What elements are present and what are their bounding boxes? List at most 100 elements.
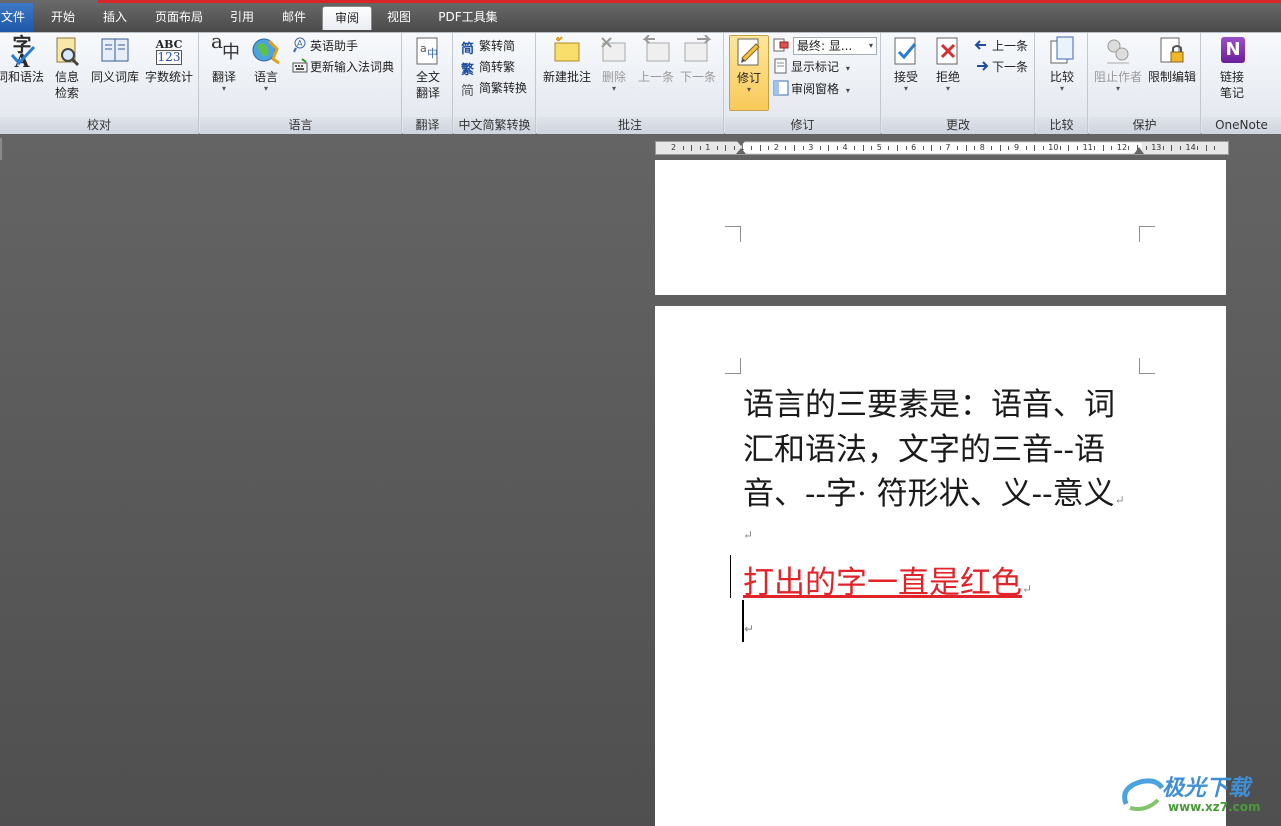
ruler-tick-label: 1 bbox=[705, 143, 711, 152]
tab-view[interactable]: 视图 bbox=[380, 6, 418, 30]
traditional-to-simplified-button[interactable]: 简繁转简 bbox=[461, 36, 515, 57]
next-change-button[interactable]: 下一条 bbox=[974, 57, 1028, 77]
word-count-button[interactable]: ABC 123 字数统计 bbox=[142, 35, 196, 85]
group-translate: a中 全文 翻译 翻译 bbox=[403, 33, 453, 134]
next-comment-button[interactable]: 下一条 bbox=[677, 34, 719, 85]
ruler-tick-mark bbox=[1094, 146, 1096, 150]
english-assistant-icon: A bbox=[292, 37, 308, 53]
previous-comment-button[interactable]: 上一条 bbox=[635, 34, 677, 85]
tab-references[interactable]: 引用 bbox=[222, 6, 262, 30]
group-label-chinese-conversion: 中文简繁转换 bbox=[454, 117, 535, 134]
paragraph-mark: ↵ bbox=[744, 622, 755, 636]
svg-text:a: a bbox=[420, 42, 427, 55]
group-tracking: 修订 ▾ 最终: 显... ▾ 显示标记 ▾ 审阅窗格 ▾ 修订 bbox=[725, 33, 881, 134]
previous-change-button[interactable]: 上一条 bbox=[974, 36, 1028, 56]
group-label-translate: 翻译 bbox=[403, 117, 452, 134]
reject-button[interactable]: 拒绝 ▾ bbox=[930, 35, 966, 93]
new-comment-button[interactable]: 新建批注 bbox=[540, 35, 594, 85]
chinese-conversion-button[interactable]: 简简繁转换 bbox=[461, 78, 527, 99]
full-text-translate-button[interactable]: a中 全文 翻译 bbox=[408, 35, 448, 101]
show-markup-button[interactable]: 显示标记 ▾ bbox=[773, 57, 850, 77]
restrict-editing-lock-icon bbox=[1157, 35, 1187, 67]
ruler-tick-label: 5 bbox=[876, 143, 882, 152]
watermark-logo: 极光下载 www.xz7.com bbox=[1118, 770, 1278, 820]
ruler-tick-mark bbox=[1205, 145, 1207, 151]
document-line[interactable]: 音、--字· 符形状、义--意义↵ bbox=[743, 468, 1125, 513]
ruler-tick-label: 2 bbox=[773, 143, 779, 152]
display-for-review-dropdown[interactable]: 最终: 显... ▾ bbox=[773, 36, 877, 56]
group-comments: 新建批注 删除 ▾ 上一条 下一条 批注 bbox=[537, 33, 724, 134]
first-line-indent-marker[interactable] bbox=[736, 140, 746, 146]
tab-pdf-tools[interactable]: PDF工具集 bbox=[432, 6, 504, 30]
ruler-tick-mark bbox=[991, 146, 993, 150]
tab-page-layout[interactable]: 页面布局 bbox=[148, 6, 210, 30]
ruler-tick-label: 8 bbox=[979, 143, 985, 152]
accept-button[interactable]: 接受 ▾ bbox=[888, 35, 924, 93]
horizontal-ruler[interactable]: 2 1 1 2 3 4 5 6 7 8 9 10 11 12 13 14 bbox=[655, 140, 1229, 155]
simplified-to-traditional-button[interactable]: 繁简转繁 bbox=[461, 57, 515, 78]
previous-comment-icon bbox=[641, 34, 671, 67]
hanging-indent-marker[interactable] bbox=[736, 148, 746, 154]
tab-home[interactable]: 开始 bbox=[44, 6, 82, 30]
update-ime-dictionary-button[interactable]: 更新输入法词典 bbox=[292, 57, 394, 77]
group-chinese-conversion: 简繁转简 繁简转繁 简简繁转换 中文简繁转换 bbox=[454, 33, 536, 134]
delete-comment-button[interactable]: 删除 ▾ bbox=[597, 35, 631, 93]
ruler-tick-mark bbox=[802, 146, 804, 150]
document-line[interactable]: 语言的三要素是：语音、词 bbox=[743, 379, 1115, 424]
language-button[interactable]: 语言 ▾ bbox=[246, 35, 286, 93]
thesaurus-button[interactable]: 同义词库 bbox=[88, 35, 142, 85]
tab-mailings[interactable]: 邮件 bbox=[274, 6, 314, 30]
group-compare: 比较 ▾ 比较 bbox=[1036, 33, 1088, 134]
linked-notes-button[interactable]: N 链接 笔记 bbox=[1210, 35, 1254, 101]
empty-paragraph[interactable]: ↵ bbox=[743, 528, 753, 542]
tab-review[interactable]: 审阅 bbox=[322, 6, 372, 30]
ruler-tick-mark bbox=[1102, 145, 1104, 151]
reject-change-icon bbox=[933, 35, 963, 67]
tab-insert[interactable]: 插入 bbox=[96, 6, 134, 30]
globe-language-icon bbox=[251, 35, 281, 67]
ruler-tick-mark bbox=[1025, 146, 1027, 150]
vertical-ruler-stub bbox=[0, 138, 2, 160]
ruler-tick-mark bbox=[939, 146, 941, 150]
previous-arrow-icon bbox=[974, 37, 990, 53]
ribbon-tab-bar: 文件 开始 插入 页面布局 引用 邮件 审阅 视图 PDF工具集 bbox=[0, 0, 1281, 32]
ruler-tick-mark bbox=[691, 145, 693, 151]
tracked-insertion-line[interactable]: 打出的字一直是红色↵ bbox=[743, 557, 1032, 602]
ruler-tick-mark bbox=[828, 145, 830, 151]
block-authors-button[interactable]: 阻止作者 ▾ bbox=[1092, 35, 1144, 93]
tab-file[interactable]: 文件 bbox=[0, 3, 33, 32]
ruler-tick-mark bbox=[716, 146, 718, 150]
page-previous[interactable] bbox=[655, 160, 1226, 295]
chevron-down-icon: ▾ bbox=[611, 84, 616, 93]
spelling-grammar-button[interactable]: 字A 词和语法 bbox=[0, 35, 46, 85]
track-changes-button[interactable]: 修订 ▾ bbox=[729, 35, 769, 111]
group-label-changes: 更改 bbox=[882, 117, 1034, 134]
research-button[interactable]: 信息 检索 bbox=[48, 35, 86, 101]
translate-icon: a 中 bbox=[211, 29, 240, 63]
ruler-tick-label: 6 bbox=[911, 143, 917, 152]
onenote-icon: N bbox=[1217, 35, 1247, 67]
ruler-tick-mark bbox=[751, 146, 753, 150]
chevron-down-icon: ▾ bbox=[945, 84, 950, 93]
translate-button[interactable]: a 中 翻译 ▾ bbox=[204, 29, 244, 93]
ruler-tick-label: 10 bbox=[1048, 143, 1059, 152]
ruler-tick-mark bbox=[974, 146, 976, 150]
compare-button[interactable]: 比较 ▾ bbox=[1042, 35, 1082, 93]
traditional-char-icon: 繁 bbox=[461, 63, 475, 78]
ruler-tick-mark bbox=[1068, 145, 1070, 151]
ruler-tick-label: 13 bbox=[1151, 143, 1162, 152]
ruler-tick-label: 3 bbox=[808, 143, 814, 152]
right-indent-marker[interactable] bbox=[1134, 147, 1144, 154]
ruler-tick-mark bbox=[1034, 145, 1036, 151]
change-bar bbox=[730, 555, 731, 598]
reviewing-pane-button[interactable]: 审阅窗格 ▾ bbox=[773, 79, 850, 99]
ruler-tick-mark bbox=[1145, 146, 1147, 150]
restrict-editing-button[interactable]: 限制编辑 bbox=[1145, 35, 1199, 85]
ruler-tick-mark bbox=[922, 146, 924, 150]
ruler-tick-mark bbox=[725, 145, 727, 151]
english-assistant-button[interactable]: A 英语助手 bbox=[292, 36, 358, 56]
next-comment-icon bbox=[683, 34, 713, 67]
document-line[interactable]: 汇和语法，文字的三音--语 bbox=[743, 424, 1105, 469]
ruler-tick-mark bbox=[888, 146, 890, 150]
show-markup-icon bbox=[773, 58, 789, 74]
